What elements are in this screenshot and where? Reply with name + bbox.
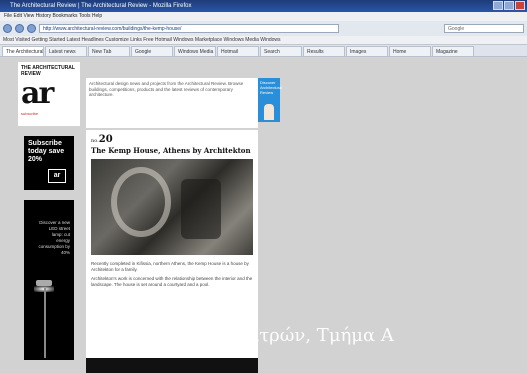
menu-bar[interactable]: File Edit View History Bookmarks Tools H… bbox=[0, 12, 527, 21]
intro-text-block: Architectural design news and projects f… bbox=[86, 78, 258, 128]
lamp-ad-text: Discover a new LED street lamp: cut ener… bbox=[38, 220, 70, 255]
browser-tab[interactable]: Latest news bbox=[45, 46, 87, 56]
page-viewport: THE ARCHITECTURAL REVIEW ar subscribe Su… bbox=[0, 58, 527, 373]
lamp-advert[interactable]: Discover a new LED street lamp: cut ener… bbox=[24, 200, 74, 360]
forward-button[interactable] bbox=[15, 24, 24, 33]
search-input[interactable]: Google bbox=[444, 24, 524, 33]
tab-strip: The Architectural... Latest news New Tab Go… bbox=[0, 45, 527, 57]
article-photo[interactable] bbox=[91, 159, 253, 255]
reload-button[interactable] bbox=[27, 24, 36, 33]
browser-tab[interactable]: Results bbox=[303, 46, 345, 56]
article-paragraph: Recently completed in Kifissia, northern… bbox=[91, 261, 249, 272]
subscribe-ad[interactable]: Subscribe today save 20% ar bbox=[24, 136, 74, 190]
person-figure bbox=[264, 104, 274, 120]
logo-subtext: subscribe bbox=[21, 111, 39, 116]
article-body: Recently completed in Kifissia, northern… bbox=[91, 261, 253, 287]
article-number-prefix: no. bbox=[91, 138, 99, 144]
left-column: THE ARCHITECTURAL REVIEW ar subscribe Su… bbox=[18, 62, 80, 362]
photo-dark-shape bbox=[181, 179, 221, 239]
article-headline[interactable]: The Kemp House, Athens by Architekton bbox=[91, 146, 253, 155]
maximize-button[interactable] bbox=[504, 1, 514, 10]
subscribe-logo: ar bbox=[48, 169, 66, 183]
photo-arch-shape bbox=[111, 167, 171, 237]
side-ad-text: Discover Architectural Review bbox=[260, 80, 283, 95]
browser-tab[interactable]: Google bbox=[131, 46, 173, 56]
lamp-pole bbox=[44, 288, 46, 358]
close-button[interactable] bbox=[515, 1, 525, 10]
browser-tab[interactable]: Images bbox=[346, 46, 388, 56]
minimize-button[interactable] bbox=[493, 1, 503, 10]
browser-tab[interactable]: Search bbox=[260, 46, 302, 56]
back-button[interactable] bbox=[3, 24, 12, 33]
article-footer-image bbox=[86, 358, 258, 373]
window-controls bbox=[493, 1, 525, 10]
address-bar[interactable]: http://www.architectural-review.com/buil… bbox=[39, 24, 339, 33]
subscribe-text: Subscribe today save 20% bbox=[28, 140, 65, 163]
navigation-toolbar: http://www.architectural-review.com/buil… bbox=[0, 21, 527, 36]
browser-tab[interactable]: New Tab bbox=[88, 46, 130, 56]
article-number: no.20 bbox=[91, 134, 253, 145]
site-logo[interactable]: THE ARCHITECTURAL REVIEW ar subscribe bbox=[18, 62, 80, 126]
browser-tab[interactable]: Windows Media bbox=[174, 46, 216, 56]
window-title: The Architectural Review | The Architect… bbox=[10, 3, 192, 9]
article-number-value: 20 bbox=[98, 134, 113, 145]
browser-tab[interactable]: Hotmail bbox=[217, 46, 259, 56]
logo-mark: ar bbox=[21, 76, 54, 111]
watermark-text: Πανεπιστήμιο Πατρών, Τμήμα Α bbox=[96, 325, 394, 346]
side-advert[interactable]: Discover Architectural Review bbox=[258, 78, 283, 122]
browser-tab[interactable]: Home bbox=[389, 46, 431, 56]
window-titlebar: The Architectural Review | The Architect… bbox=[0, 0, 527, 12]
article-paragraph: Architekton's work is concerned with the… bbox=[91, 276, 253, 287]
browser-tab[interactable]: Magazine bbox=[432, 46, 474, 56]
bookmarks-toolbar[interactable]: Most Visited Getting Started Latest Head… bbox=[0, 36, 527, 45]
browser-tab[interactable]: The Architectural... bbox=[2, 46, 44, 56]
